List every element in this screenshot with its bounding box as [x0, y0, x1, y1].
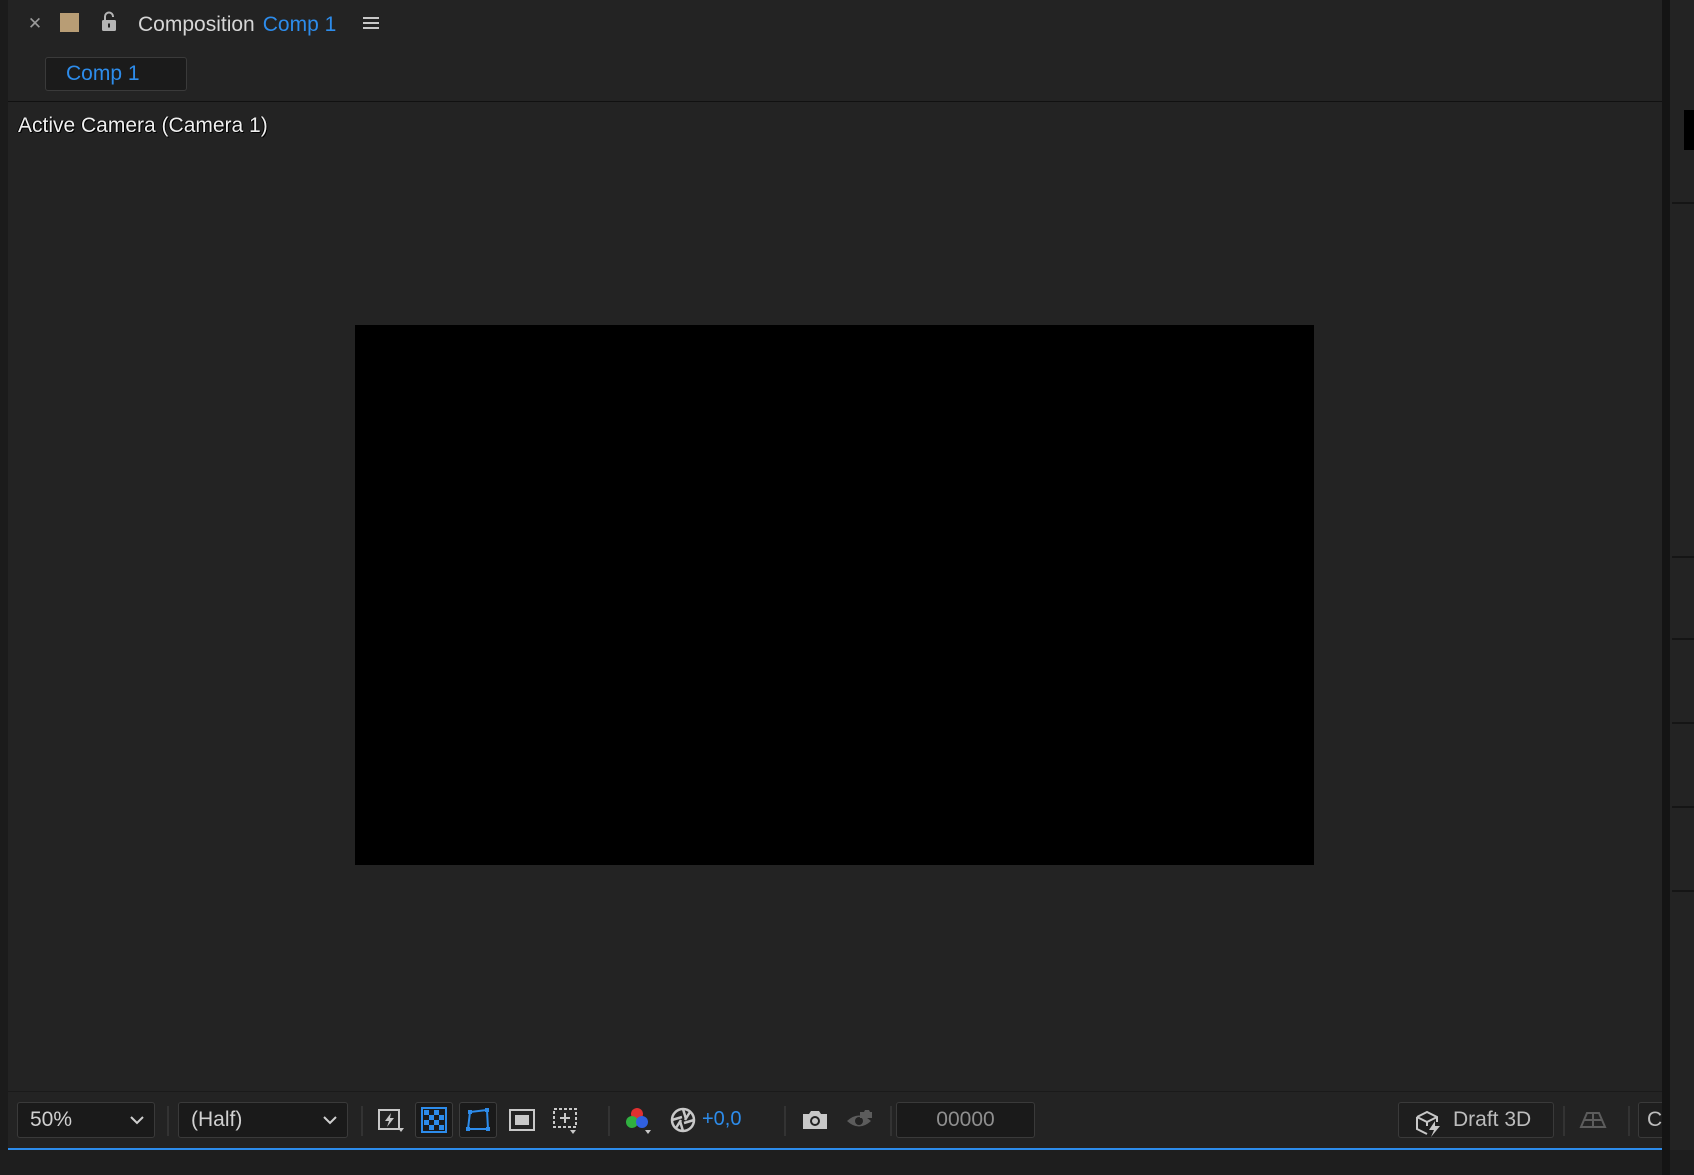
- mask-path-visibility-icon: [466, 1108, 490, 1131]
- transparency-grid-icon: [421, 1107, 447, 1133]
- right-panel-divider: [1672, 722, 1694, 724]
- right-panel-divider: [1672, 806, 1694, 808]
- 3d-ground-plane-button[interactable]: [1574, 1102, 1612, 1138]
- transparency-grid-button[interactable]: [415, 1102, 453, 1138]
- toolbar-separator: [784, 1106, 786, 1136]
- right-panel-marker: [1684, 110, 1694, 150]
- current-time-field[interactable]: 00000: [896, 1102, 1035, 1138]
- label-color-swatch[interactable]: [60, 13, 79, 32]
- resolution-dropdown[interactable]: (Half): [178, 1102, 348, 1138]
- show-snapshot-icon: [847, 1110, 872, 1127]
- right-panel-divider: [1672, 890, 1694, 892]
- magnification-value: 50%: [30, 1108, 73, 1131]
- channels-icon: [626, 1108, 651, 1134]
- panel-menu-icon[interactable]: [362, 15, 380, 31]
- draft-3d-button[interactable]: Draft 3D: [1398, 1102, 1554, 1138]
- unlock-icon[interactable]: [99, 11, 119, 33]
- panel-title-label: Composition: [138, 13, 255, 36]
- panel-title: Composition Comp 1: [138, 10, 336, 40]
- fast-previews-button[interactable]: [372, 1102, 410, 1138]
- composition-panel: ✕ Composition Comp 1 Comp 1 Active Camer…: [8, 0, 1668, 1148]
- resolution-value: (Half): [191, 1108, 243, 1131]
- toolbar-separator: [1563, 1106, 1565, 1136]
- magnification-dropdown[interactable]: 50%: [17, 1102, 155, 1138]
- take-snapshot-button[interactable]: [796, 1102, 834, 1138]
- region-of-interest-icon: [509, 1109, 535, 1131]
- reset-exposure-button[interactable]: [664, 1102, 702, 1138]
- show-snapshot-button[interactable]: [840, 1102, 878, 1138]
- right-panel-divider: [1672, 638, 1694, 640]
- close-panel-button[interactable]: ✕: [25, 12, 45, 36]
- fast-previews-icon: [378, 1109, 404, 1132]
- mask-path-visibility-button[interactable]: [459, 1102, 497, 1138]
- panel-header: ✕ Composition Comp 1: [8, 0, 1662, 50]
- toolbar-separator: [608, 1106, 610, 1136]
- composition-navigator: Comp 1: [8, 50, 1662, 102]
- right-docked-panel: [1670, 0, 1694, 1150]
- draft-3d-icon: [1416, 1110, 1440, 1137]
- toolbar-separator: [361, 1106, 363, 1136]
- grid-guides-button[interactable]: [547, 1102, 585, 1138]
- composition-canvas[interactable]: [355, 325, 1314, 865]
- toolbar-separator: [167, 1106, 169, 1136]
- toolbar-separator: [890, 1106, 892, 1136]
- toolbar-separator: [1628, 1106, 1630, 1136]
- snapshot-icon: [803, 1111, 827, 1129]
- panel-divider[interactable]: [1662, 0, 1670, 1175]
- chevron-down-icon: [130, 1116, 144, 1125]
- 3d-ground-plane-icon: [1579, 1112, 1607, 1128]
- left-edge: [0, 0, 8, 1175]
- show-channel-button[interactable]: [620, 1102, 658, 1138]
- active-camera-label: Active Camera (Camera 1): [18, 114, 268, 137]
- grid-guides-icon: [553, 1108, 577, 1134]
- right-panel-divider: [1672, 556, 1694, 558]
- tab-comp-1[interactable]: Comp 1: [45, 57, 187, 91]
- exposure-value[interactable]: +0,0: [702, 1108, 741, 1131]
- region-of-interest-button[interactable]: [503, 1102, 541, 1138]
- viewer-toolbar: 50% (Half) +0,0 00000 Draft 3D C: [8, 1091, 1668, 1147]
- right-panel-divider: [1672, 202, 1694, 204]
- panel-title-comp-name[interactable]: Comp 1: [263, 13, 337, 37]
- draft-3d-label: Draft 3D: [1453, 1108, 1532, 1131]
- exposure-reset-icon: [670, 1107, 696, 1133]
- bottom-strip: [0, 1150, 1694, 1175]
- chevron-down-icon: [323, 1116, 337, 1125]
